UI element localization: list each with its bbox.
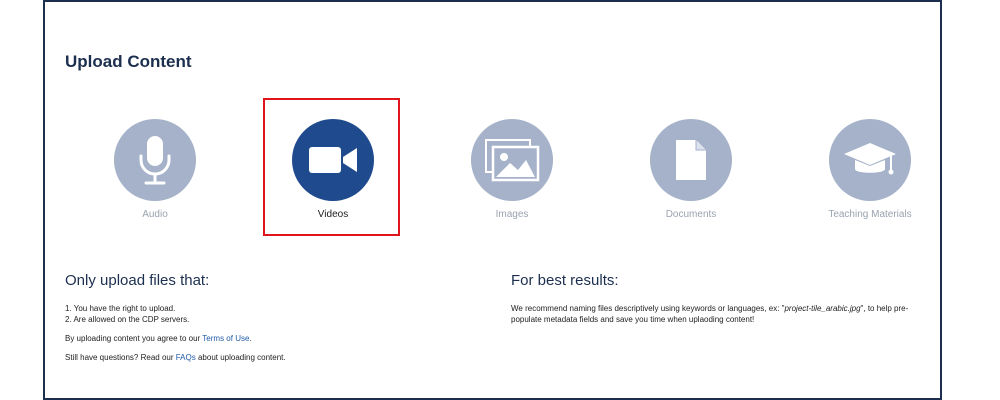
upload-rules: Only upload files that: 1. You have the … bbox=[65, 272, 465, 363]
rule-item-1: 1. You have the right to upload. bbox=[65, 304, 176, 313]
terms-suffix: . bbox=[249, 334, 252, 343]
type-teaching-materials[interactable]: Teaching Materials bbox=[800, 102, 940, 232]
faqs-link[interactable]: FAQs bbox=[176, 353, 196, 362]
type-documents-circle bbox=[650, 119, 732, 201]
terms-of-use-link[interactable]: Terms of Use bbox=[202, 334, 249, 343]
graduation-cap-icon bbox=[844, 143, 896, 175]
rules-heading: Only upload files that: bbox=[65, 272, 210, 289]
type-images-circle bbox=[471, 119, 553, 201]
type-teaching-materials-label: Teaching Materials bbox=[828, 209, 912, 220]
faq-statement: Still have questions? Read our FAQs abou… bbox=[65, 352, 465, 363]
selection-highlight bbox=[263, 98, 400, 236]
upload-panel: Upload Content Audio Videos Images Docum… bbox=[43, 0, 942, 400]
terms-statement: By uploading content you agree to our Te… bbox=[65, 333, 465, 344]
faq-suffix: about uploading content. bbox=[195, 353, 286, 362]
type-documents-label: Documents bbox=[665, 209, 717, 220]
type-audio-label: Audio bbox=[142, 209, 168, 220]
type-audio-circle bbox=[114, 119, 196, 201]
faq-prefix: Still have questions? Read our bbox=[65, 353, 176, 362]
tips-text: We recommend naming files descriptively … bbox=[511, 303, 931, 325]
type-teaching-materials-circle bbox=[829, 119, 911, 201]
tips-text-prefix: We recommend naming files descriptively … bbox=[511, 304, 785, 313]
type-images[interactable]: Images bbox=[442, 102, 582, 232]
type-images-label: Images bbox=[495, 209, 529, 220]
tips-heading: For best results: bbox=[511, 272, 619, 289]
tips-example-filename: project-tile_arabic.jpg bbox=[784, 304, 861, 313]
microphone-icon bbox=[139, 136, 171, 185]
type-documents[interactable]: Documents bbox=[621, 102, 761, 232]
upload-tips: For best results: We recommend naming fi… bbox=[511, 272, 931, 325]
images-icon bbox=[485, 139, 540, 182]
type-audio[interactable]: Audio bbox=[85, 102, 225, 232]
page-title: Upload Content bbox=[65, 52, 192, 71]
rule-item-2: 2. Are allowed on the CDP servers. bbox=[65, 315, 190, 324]
terms-prefix: By uploading content you agree to our bbox=[65, 334, 203, 343]
document-icon bbox=[676, 140, 706, 180]
